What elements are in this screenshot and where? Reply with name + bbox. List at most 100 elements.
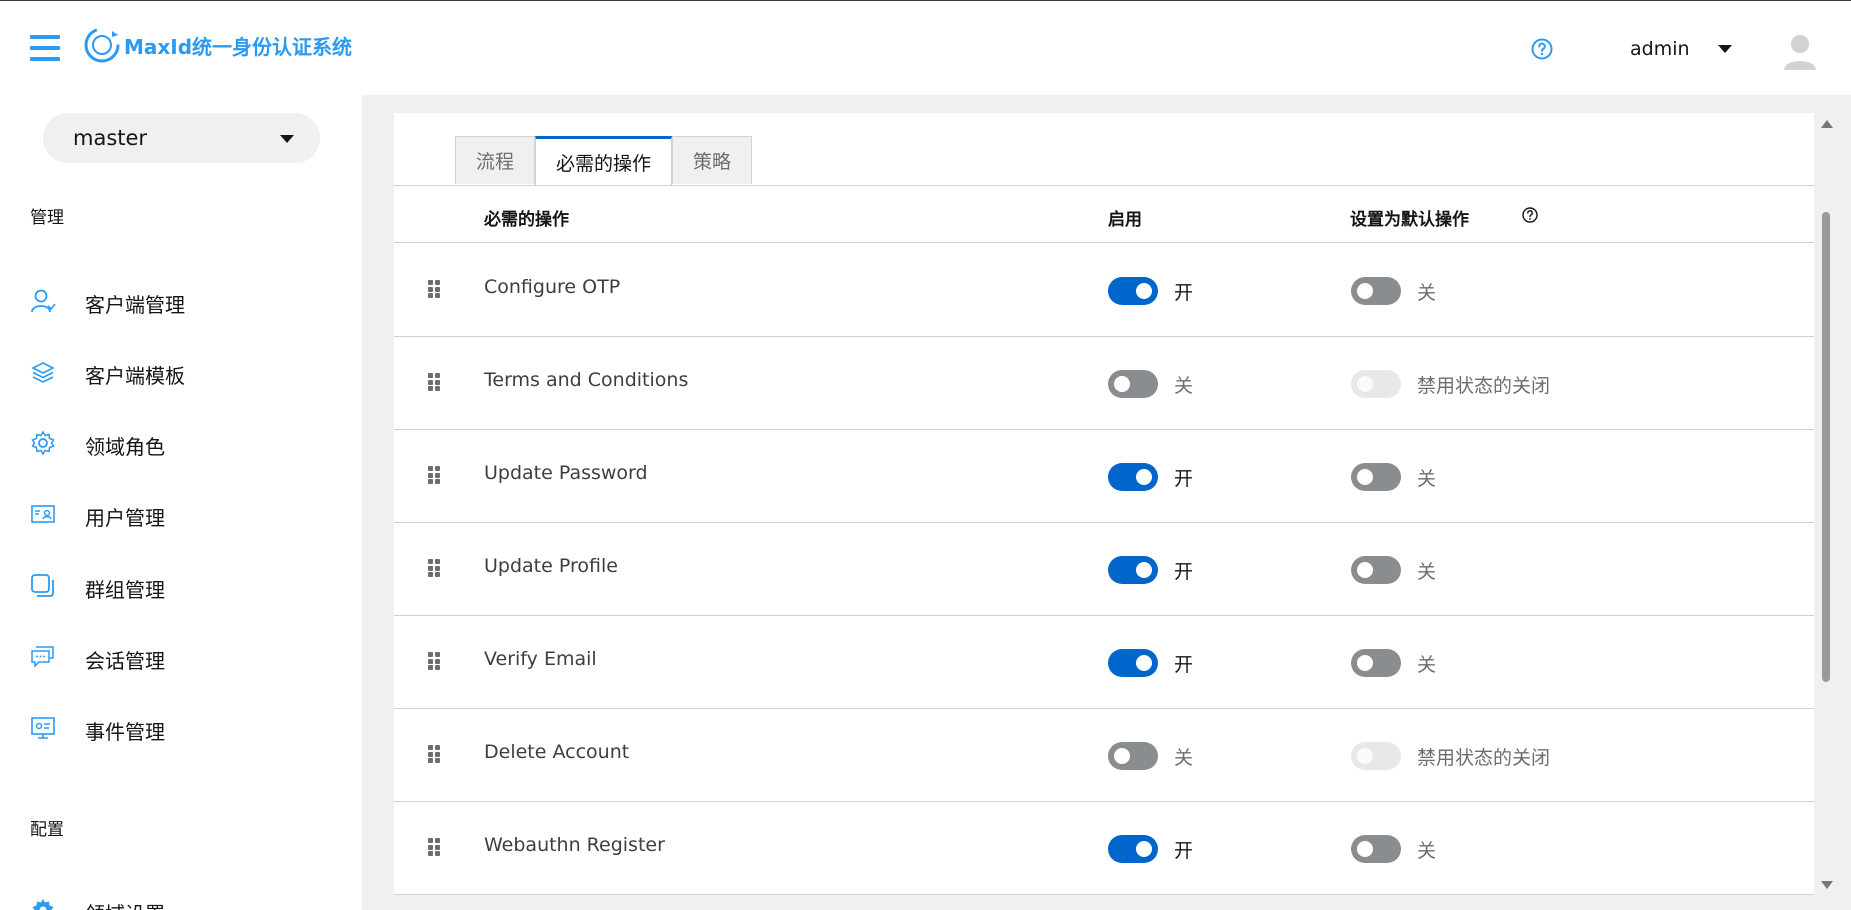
sidebar-item-realm-settings[interactable]: 领域设置 <box>0 885 362 910</box>
toggle-knob <box>1136 841 1152 857</box>
toggle-knob <box>1357 748 1373 764</box>
user-dropdown[interactable]: admin <box>1630 37 1732 61</box>
drag-handle-icon[interactable] <box>428 466 442 484</box>
event-screen-icon <box>31 717 55 739</box>
required-action-name: Delete Account <box>484 741 630 763</box>
default-action-toggle-label: 关 <box>1417 654 1437 676</box>
enabled-toggle-label: 开 <box>1174 654 1194 676</box>
drag-handle-icon[interactable] <box>428 838 442 856</box>
drag-handle-icon[interactable] <box>428 652 442 670</box>
default-action-toggle[interactable] <box>1351 463 1401 491</box>
enabled-toggle[interactable] <box>1108 649 1158 677</box>
default-action-toggle-label: 关 <box>1417 468 1437 490</box>
scrollbar[interactable] <box>1817 113 1835 895</box>
table-row: Delete Account 关 禁用状态的关闭 <box>394 708 1814 802</box>
scroll-up-arrow-icon[interactable] <box>1821 120 1833 128</box>
sidebar-item-realm-roles[interactable]: 领域角色 <box>0 418 362 468</box>
user-name: admin <box>1630 38 1690 60</box>
enabled-toggle[interactable] <box>1108 277 1158 305</box>
masthead: MaxId统一身份认证系统 admin <box>0 1 1851 95</box>
help-icon[interactable] <box>1521 206 1539 224</box>
sidebar-item-label: 会话管理 <box>85 649 165 673</box>
column-header-default: 设置为默认操作 <box>1350 210 1469 230</box>
brand-title: MaxId统一身份认证系统 <box>124 35 353 59</box>
enabled-toggle[interactable] <box>1108 463 1158 491</box>
brand-logo-icon <box>84 27 120 63</box>
default-action-toggle[interactable] <box>1351 835 1401 863</box>
toggle-knob <box>1357 376 1373 392</box>
table-row: Terms and Conditions 关 禁用状态的关闭 <box>394 336 1814 430</box>
tab-flows[interactable]: 流程 <box>455 136 536 184</box>
sidebar-item-sessions[interactable]: 会话管理 <box>0 632 362 682</box>
drag-handle-icon[interactable] <box>428 373 442 391</box>
enabled-toggle-label: 关 <box>1174 375 1194 397</box>
default-action-toggle[interactable] <box>1351 649 1401 677</box>
drag-handle-icon[interactable] <box>428 745 442 763</box>
group-squares-icon <box>31 574 54 597</box>
sidebar-item-label: 客户端模板 <box>85 364 185 388</box>
toggle-knob <box>1136 562 1152 578</box>
chat-bubbles-icon <box>31 646 54 668</box>
sidebar: master 管理 客户端管理 客户端模板 领域角色 用户管理 群组管理 会话管… <box>0 95 362 910</box>
required-action-name: Configure OTP <box>484 276 621 298</box>
sidebar-item-label: 事件管理 <box>85 720 165 744</box>
toggle-knob <box>1357 469 1373 485</box>
toggle-knob <box>1136 655 1152 671</box>
sidebar-item-events[interactable]: 事件管理 <box>0 703 362 753</box>
sidebar-item-label: 客户端管理 <box>85 293 185 317</box>
tab-list: 流程 必需的操作 策略 <box>455 136 753 186</box>
realm-selector-value: master <box>73 126 148 150</box>
toggle-knob <box>1136 283 1152 299</box>
help-icon[interactable] <box>1530 37 1554 61</box>
tab-required-actions[interactable]: 必需的操作 <box>535 136 673 186</box>
required-actions-card: 流程 必需的操作 策略 必需的操作 启用 设置为默认操作 Configure O… <box>394 113 1814 895</box>
enabled-toggle-label: 开 <box>1174 282 1194 304</box>
default-action-toggle[interactable] <box>1351 277 1401 305</box>
sidebar-item-label: 用户管理 <box>85 506 165 530</box>
enabled-toggle[interactable] <box>1108 742 1158 770</box>
required-action-name: Update Profile <box>484 555 618 577</box>
enabled-toggle[interactable] <box>1108 370 1158 398</box>
gear-icon <box>31 430 55 456</box>
drag-handle-icon[interactable] <box>428 280 442 298</box>
toggle-knob <box>1357 841 1373 857</box>
enabled-toggle-label: 开 <box>1174 468 1194 490</box>
sidebar-item-label: 领域设置 <box>85 898 165 910</box>
required-action-name: Webauthn Register <box>484 834 665 856</box>
avatar[interactable] <box>1782 32 1818 72</box>
toggle-knob <box>1136 469 1152 485</box>
column-header-action: 必需的操作 <box>484 210 569 230</box>
sidebar-item-client-templates[interactable]: 客户端模板 <box>0 347 362 397</box>
sidebar-item-users[interactable]: 用户管理 <box>0 489 362 539</box>
gear-filled-icon <box>32 899 54 910</box>
chevron-down-icon <box>1717 45 1732 53</box>
scroll-down-arrow-icon[interactable] <box>1821 881 1833 889</box>
required-action-name: Terms and Conditions <box>484 369 689 391</box>
drag-handle-icon[interactable] <box>428 559 442 577</box>
table-row: Update Profile 开 关 <box>394 522 1814 616</box>
scrollbar-thumb[interactable] <box>1822 212 1830 682</box>
sidebar-item-label: 群组管理 <box>85 578 165 602</box>
sidebar-item-groups[interactable]: 群组管理 <box>0 561 362 611</box>
toggle-knob <box>1114 748 1130 764</box>
enabled-toggle-label: 开 <box>1174 561 1194 583</box>
user-outline-icon <box>31 289 56 313</box>
toggle-knob <box>1114 376 1130 392</box>
layers-icon <box>31 362 55 383</box>
default-action-toggle-label: 禁用状态的关闭 <box>1417 375 1551 397</box>
tab-policies[interactable]: 策略 <box>672 136 753 184</box>
default-action-toggle-label: 禁用状态的关闭 <box>1417 747 1551 769</box>
nav-toggle-hamburger-icon[interactable] <box>30 35 60 61</box>
section-title-config: 配置 <box>30 820 64 840</box>
sidebar-item-clients[interactable]: 客户端管理 <box>0 276 362 326</box>
toggle-knob <box>1357 655 1373 671</box>
id-card-icon <box>31 505 55 523</box>
default-action-toggle[interactable] <box>1351 556 1401 584</box>
enabled-toggle[interactable] <box>1108 835 1158 863</box>
enabled-toggle[interactable] <box>1108 556 1158 584</box>
chevron-down-icon <box>280 135 294 143</box>
column-header-enabled: 启用 <box>1108 210 1142 230</box>
realm-selector[interactable]: master <box>43 113 320 163</box>
sidebar-item-label: 领域角色 <box>85 435 165 459</box>
enabled-toggle-label: 关 <box>1174 747 1194 769</box>
